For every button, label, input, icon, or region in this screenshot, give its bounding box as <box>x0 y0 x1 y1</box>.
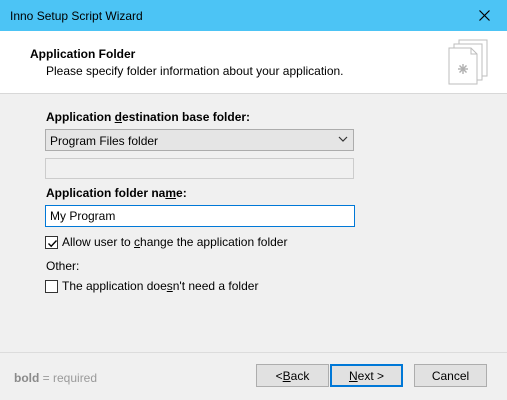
allow-change-checkbox-row[interactable]: Allow user to change the application fol… <box>45 235 287 249</box>
close-button[interactable] <box>461 0 507 31</box>
allow-change-label: Allow user to change the application fol… <box>62 235 288 249</box>
back-button[interactable]: < Back <box>256 364 329 387</box>
folder-name-label: Application folder name: <box>46 186 187 200</box>
cancel-button[interactable]: Cancel <box>414 364 487 387</box>
custom-folder-field <box>45 158 354 179</box>
destination-folder-value: Program Files folder <box>50 134 159 148</box>
no-folder-label: The application doesn't need a folder <box>62 279 259 293</box>
chevron-down-icon <box>338 136 348 142</box>
required-hint: bold = required <box>14 371 98 385</box>
folder-name-input[interactable] <box>46 206 354 226</box>
page-title: Application Folder <box>30 47 136 61</box>
page-subtitle: Please specify folder information about … <box>46 64 344 78</box>
footer-divider <box>0 352 507 353</box>
close-icon <box>478 10 490 21</box>
other-label: Other: <box>46 259 80 273</box>
wizard-header: Application Folder Please specify folder… <box>0 31 507 94</box>
no-folder-checkbox[interactable] <box>45 279 58 293</box>
no-folder-checkbox-row[interactable]: The application doesn't need a folder <box>45 279 258 293</box>
destination-folder-select[interactable]: Program Files folder <box>45 129 354 151</box>
window-title: Inno Setup Script Wizard <box>10 9 143 23</box>
folder-name-field[interactable] <box>45 205 355 227</box>
title-bar: Inno Setup Script Wizard <box>0 0 507 31</box>
allow-change-checkbox[interactable] <box>45 235 58 249</box>
destination-folder-label: Application destination base folder: <box>46 110 251 124</box>
next-button[interactable]: Next > <box>330 364 403 387</box>
checkmark-icon <box>48 239 58 247</box>
wizard-pages-icon <box>448 39 488 85</box>
